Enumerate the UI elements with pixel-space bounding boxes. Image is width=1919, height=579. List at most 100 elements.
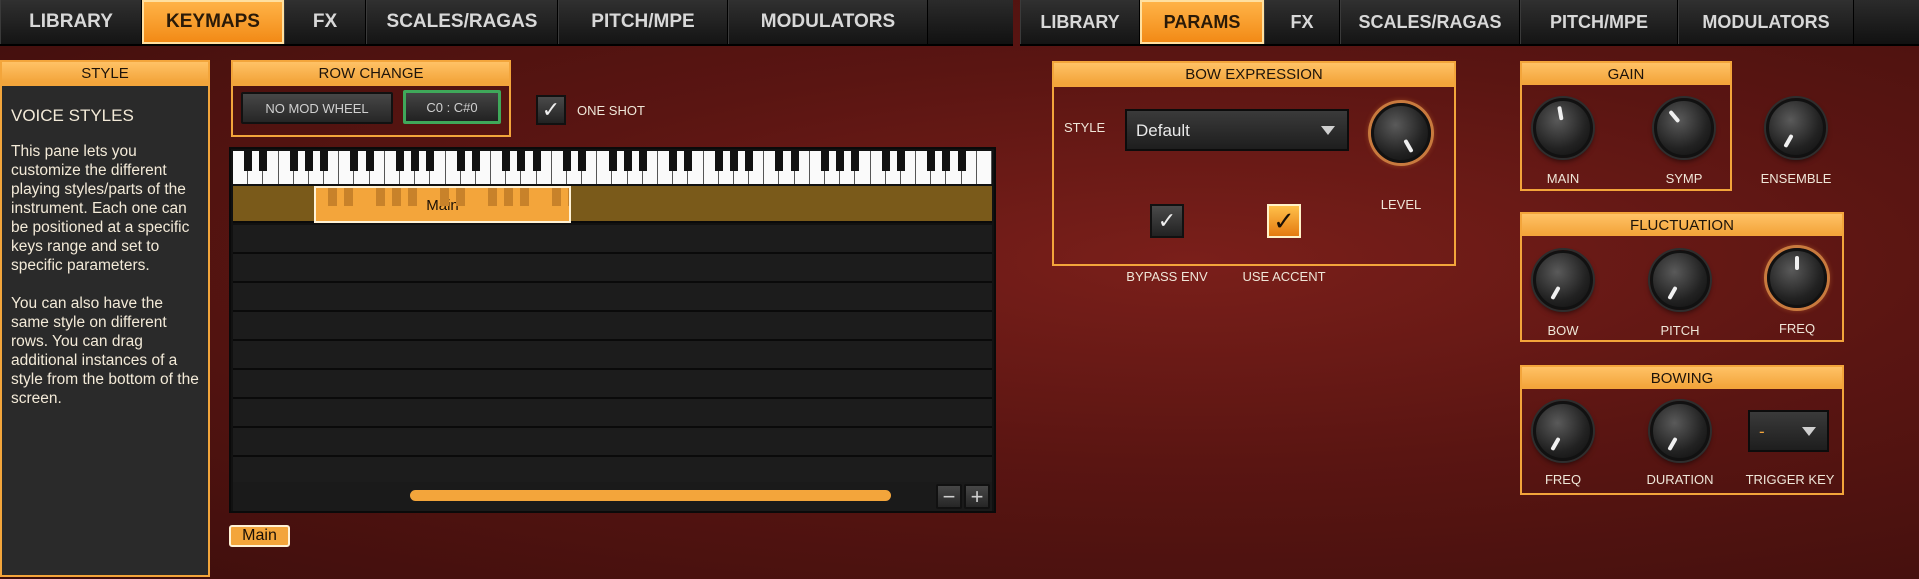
remove-row-button[interactable]: − [936, 484, 962, 509]
black-key[interactable] [608, 151, 617, 171]
black-key[interactable] [775, 151, 784, 171]
black-key[interactable] [304, 151, 313, 171]
black-key[interactable] [821, 151, 830, 171]
piano-keyboard[interactable] [233, 151, 992, 184]
black-key[interactable] [896, 151, 905, 171]
black-key[interactable] [562, 151, 571, 171]
row-change-body: NO MOD WHEEL C0 : C#0 [231, 84, 511, 137]
bypass-env-checkbox[interactable]: ✓ [1150, 204, 1184, 238]
keymap-row[interactable] [233, 399, 992, 428]
gain-symp-knob[interactable] [1654, 98, 1714, 158]
black-key[interactable] [395, 151, 404, 171]
tab-scales-ragas-right[interactable]: SCALES/RAGAS [1340, 0, 1520, 44]
tab-keymaps[interactable]: KEYMAPS [142, 0, 284, 44]
tab-modulators-left[interactable]: MODULATORS [728, 0, 928, 44]
black-key[interactable] [244, 151, 253, 171]
keymap-row[interactable] [233, 370, 992, 399]
black-key[interactable] [289, 151, 298, 171]
black-key[interactable] [851, 151, 860, 171]
zone-key-stripe [408, 188, 417, 206]
fluct-bow-knob[interactable] [1533, 250, 1593, 310]
zone-key-stripe [568, 188, 569, 206]
trigger-key-dropdown[interactable]: - [1748, 410, 1829, 452]
black-key[interactable] [927, 151, 936, 171]
black-key[interactable] [471, 151, 480, 171]
level-knob[interactable] [1371, 103, 1431, 163]
black-key[interactable] [714, 151, 723, 171]
gain-ensemble-label: ENSEMBLE [1760, 171, 1832, 186]
black-key[interactable] [790, 151, 799, 171]
black-key[interactable] [578, 151, 587, 171]
keymap-row[interactable] [233, 283, 992, 312]
tab-fx-right[interactable]: FX [1264, 0, 1340, 44]
tab-library-left[interactable]: LIBRARY [0, 0, 142, 44]
row-range-button[interactable]: C0 : C#0 [403, 90, 501, 124]
black-key[interactable] [623, 151, 632, 171]
row-change-panel: ROW CHANGE NO MOD WHEEL C0 : C#0 [231, 60, 511, 137]
zone-key-stripe [520, 188, 529, 206]
black-key[interactable] [426, 151, 435, 171]
black-key[interactable] [411, 151, 420, 171]
bowing-duration-knob[interactable] [1650, 401, 1710, 461]
tab-modulators-right[interactable]: MODULATORS [1678, 0, 1854, 44]
black-key[interactable] [502, 151, 511, 171]
keymap-row[interactable] [233, 225, 992, 254]
gain-main-pointer [1557, 105, 1564, 121]
black-key[interactable] [638, 151, 647, 171]
black-key[interactable] [350, 151, 359, 171]
black-key[interactable] [942, 151, 951, 171]
style-chip-main[interactable]: Main [229, 525, 290, 547]
keymap-row[interactable] [233, 312, 992, 341]
tab-pitch-mpe-left[interactable]: PITCH/MPE [558, 0, 728, 44]
fluct-freq-knob[interactable] [1767, 248, 1827, 308]
black-key[interactable] [532, 151, 541, 171]
tab-library-right[interactable]: LIBRARY [1020, 0, 1140, 44]
black-key[interactable] [365, 151, 374, 171]
zone-key-stripe [328, 188, 337, 206]
black-key[interactable] [836, 151, 845, 171]
one-shot-checkbox[interactable]: ✓ [536, 95, 566, 125]
row-change-header: ROW CHANGE [231, 60, 511, 84]
zone-key-stripe [440, 188, 449, 206]
keymap-scrollbar-thumb[interactable] [410, 490, 891, 501]
style-dropdown[interactable]: Default [1125, 109, 1349, 151]
keymap-row[interactable] [233, 428, 992, 457]
style-panel: STYLE VOICE STYLES This pane lets you cu… [0, 60, 210, 577]
use-accent-checkbox[interactable]: ✓ [1267, 204, 1301, 238]
tab-params[interactable]: PARAMS [1140, 0, 1264, 44]
fluct-pitch-knob[interactable] [1650, 250, 1710, 310]
white-key[interactable] [976, 151, 992, 184]
fluctuation-header: FLUCTUATION [1520, 212, 1844, 236]
zone-key-stripe [344, 188, 353, 206]
black-key[interactable] [669, 151, 678, 171]
black-key[interactable] [745, 151, 754, 171]
style-dropdown-value: Default [1136, 121, 1190, 140]
bow-expression-body: STYLE Default LEVEL ✓ BYPASS ENV ✓ USE A… [1052, 85, 1456, 284]
black-key[interactable] [881, 151, 890, 171]
tab-scales-ragas-left[interactable]: SCALES/RAGAS [366, 0, 558, 44]
use-accent-label: USE ACCENT [1242, 269, 1326, 284]
tab-fx-left[interactable]: FX [284, 0, 366, 44]
keymap-row-main[interactable]: Main [233, 186, 992, 223]
black-key[interactable] [517, 151, 526, 171]
tab-pitch-mpe-right[interactable]: PITCH/MPE [1520, 0, 1678, 44]
black-key[interactable] [320, 151, 329, 171]
add-row-button[interactable]: + [964, 484, 990, 509]
bow-expression-header: BOW EXPRESSION [1052, 61, 1456, 85]
keymap-row[interactable] [233, 341, 992, 370]
keymap-scrollbar-track: − + [233, 482, 992, 511]
black-key[interactable] [957, 151, 966, 171]
gain-main-knob[interactable] [1533, 98, 1593, 158]
zone-key-stripe [392, 188, 401, 206]
no-mod-wheel-button[interactable]: NO MOD WHEEL [241, 92, 393, 124]
black-key[interactable] [729, 151, 738, 171]
keymap-row[interactable] [233, 254, 992, 283]
style-help-paragraph-1: This pane lets you customize the differe… [11, 143, 190, 274]
black-key[interactable] [684, 151, 693, 171]
bowing-freq-knob[interactable] [1533, 401, 1593, 461]
style-panel-header: STYLE [0, 60, 210, 84]
black-key[interactable] [259, 151, 268, 171]
main-zone[interactable]: Main [314, 186, 571, 223]
gain-ensemble-knob[interactable] [1766, 98, 1826, 158]
black-key[interactable] [456, 151, 465, 171]
